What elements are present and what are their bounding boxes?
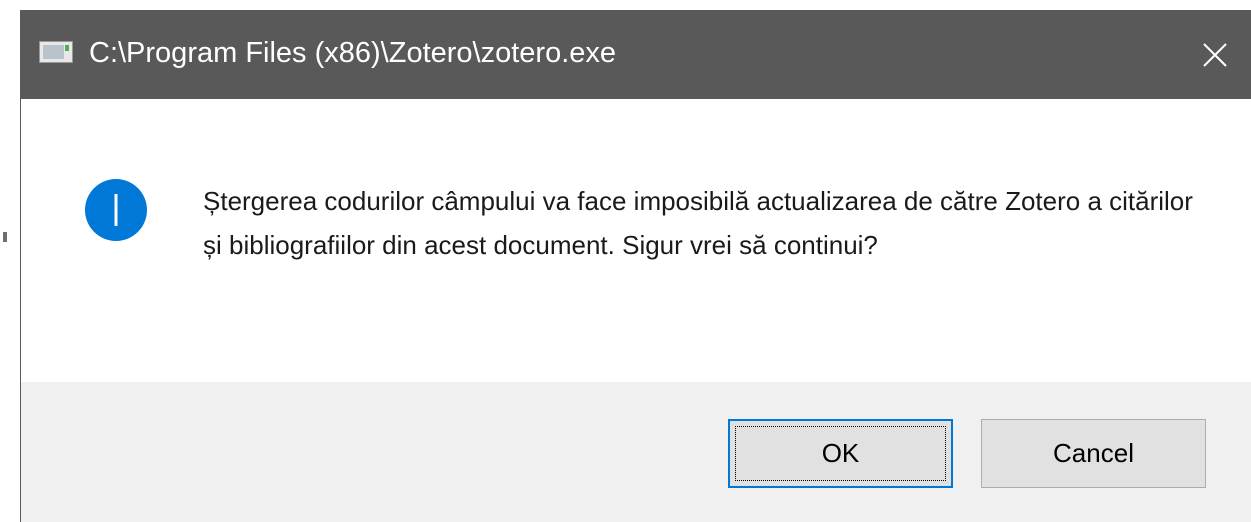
dialog-message: Ștergerea codurilor câmpului va face imp… (203, 186, 1193, 260)
button-bar: OK Cancel (21, 382, 1251, 522)
info-icon (85, 179, 147, 241)
close-icon (1203, 42, 1227, 67)
ok-button[interactable]: OK (728, 419, 953, 488)
background-window-edge (0, 0, 20, 522)
focus-ring (735, 426, 946, 481)
cancel-button-label: Cancel (1053, 438, 1134, 468)
close-button[interactable] (1179, 10, 1251, 99)
background-window-mark (3, 232, 7, 242)
title-bar[interactable]: C:\Program Files (x86)\Zotero\zotero.exe (21, 10, 1251, 99)
message-dialog: C:\Program Files (x86)\Zotero\zotero.exe… (20, 10, 1251, 522)
cancel-button[interactable]: Cancel (981, 419, 1206, 488)
window-title: C:\Program Files (x86)\Zotero\zotero.exe (89, 37, 617, 69)
dialog-body: Ștergerea codurilor câmpului va face imp… (21, 99, 1251, 382)
app-window-icon (39, 41, 73, 63)
